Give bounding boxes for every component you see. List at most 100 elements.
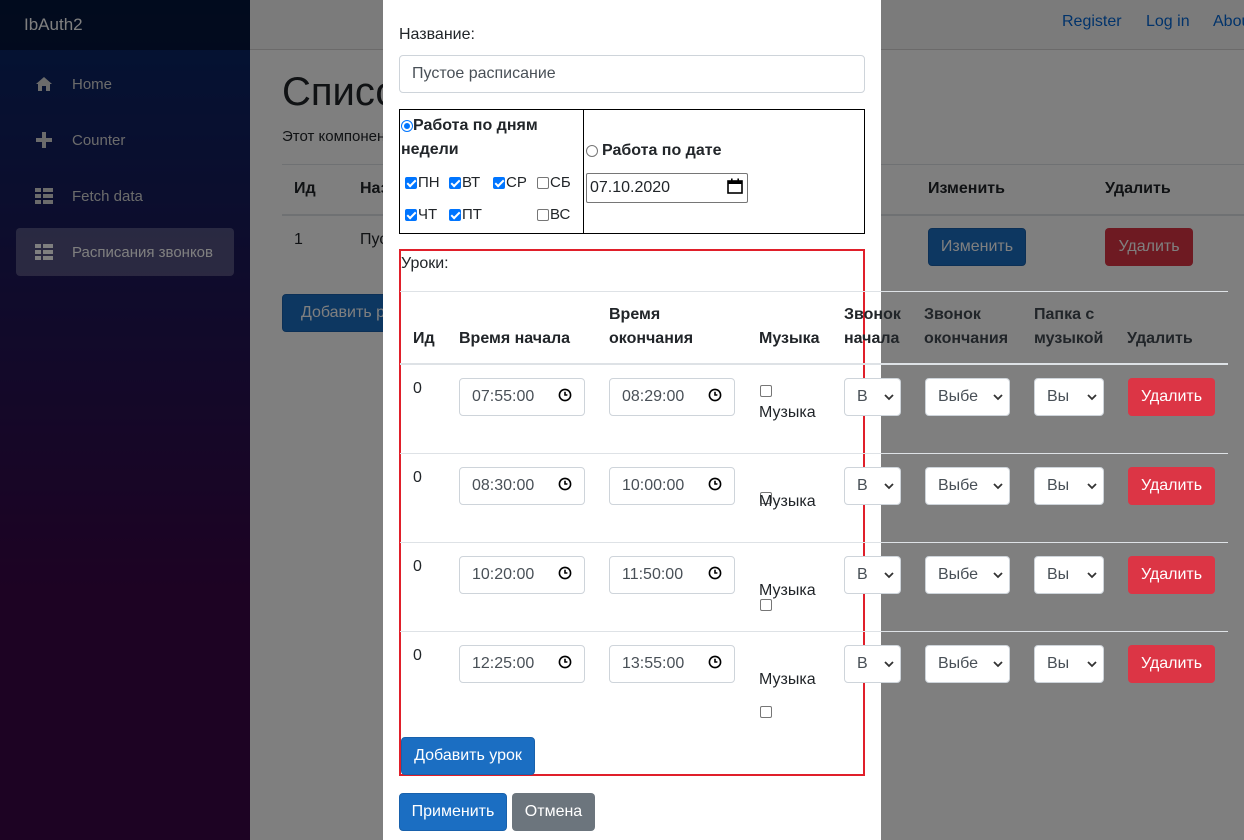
- bell-end-select[interactable]: Выбе: [925, 467, 1010, 505]
- name-input[interactable]: Пустое расписание: [399, 55, 865, 93]
- start-time-input[interactable]: 07:55:00: [459, 378, 585, 416]
- date-value: 07.10.2020: [590, 179, 671, 196]
- day-tue[interactable]: ВТ: [449, 174, 480, 191]
- chevron-down-icon: [1087, 388, 1097, 406]
- day-checkbox[interactable]: [449, 176, 461, 189]
- lesson-header-music: Музыка: [759, 330, 820, 347]
- time-value: 07:55:00: [472, 388, 535, 405]
- delete-lesson-button[interactable]: Удалить: [1128, 378, 1215, 416]
- end-time-input[interactable]: 11:50:00: [609, 556, 735, 594]
- lesson-header-delete: Удалить: [1127, 330, 1193, 347]
- chevron-down-icon: [884, 388, 894, 406]
- lesson-header-folder: Папка с музыкой: [1034, 303, 1103, 351]
- lesson-header-id: Ид: [413, 330, 435, 347]
- clock-icon[interactable]: [708, 388, 722, 407]
- bell-start-select[interactable]: В: [844, 556, 901, 594]
- music-label: Музыка: [759, 493, 816, 510]
- clock-icon[interactable]: [558, 566, 572, 585]
- music-folder-select[interactable]: Вы: [1034, 378, 1104, 416]
- clock-icon[interactable]: [708, 655, 722, 674]
- chevron-down-icon: [993, 655, 1003, 673]
- bell-end-select[interactable]: Выбе: [925, 556, 1010, 594]
- music-folder-select[interactable]: Вы: [1034, 467, 1104, 505]
- bell-start-select[interactable]: В: [844, 645, 901, 683]
- chevron-down-icon: [993, 477, 1003, 495]
- day-sun[interactable]: ВС: [537, 206, 570, 223]
- add-lesson-button[interactable]: Добавить урок: [401, 737, 535, 775]
- music-folder-select[interactable]: Вы: [1034, 556, 1104, 594]
- time-value: 08:30:00: [472, 477, 535, 494]
- music-checkbox[interactable]: [760, 705, 772, 718]
- chevron-down-icon: [1087, 655, 1097, 673]
- lesson-id: 0: [413, 469, 422, 486]
- music-checkbox[interactable]: [760, 598, 772, 611]
- clock-icon[interactable]: [708, 566, 722, 585]
- time-value: 13:55:00: [622, 655, 685, 672]
- table-divider: [400, 291, 1228, 292]
- day-label: ЧТ: [418, 206, 438, 223]
- music-label: Музыка: [759, 582, 816, 599]
- bell-end-select[interactable]: Выбе: [925, 645, 1010, 683]
- music-checkbox[interactable]: [760, 384, 772, 397]
- day-checkbox[interactable]: [449, 208, 461, 221]
- end-time-input[interactable]: 08:29:00: [609, 378, 735, 416]
- day-checkbox[interactable]: [537, 176, 549, 189]
- chevron-down-icon: [884, 477, 894, 495]
- end-time-input[interactable]: 13:55:00: [609, 645, 735, 683]
- music-folder-select[interactable]: Вы: [1034, 645, 1104, 683]
- chevron-down-icon: [1087, 477, 1097, 495]
- clock-icon[interactable]: [558, 477, 572, 496]
- lesson-header-bell-end: Звонок окончания: [924, 303, 1008, 351]
- start-time-input[interactable]: 08:30:00: [459, 467, 585, 505]
- day-checkbox[interactable]: [537, 208, 549, 221]
- header-line: начала: [844, 330, 900, 347]
- clock-icon[interactable]: [558, 388, 572, 407]
- day-checkbox[interactable]: [405, 176, 417, 189]
- table-divider: [400, 631, 1228, 632]
- header-line: окончания: [924, 330, 1009, 347]
- start-time-input[interactable]: 12:25:00: [459, 645, 585, 683]
- bell-end-select[interactable]: Выбе: [925, 378, 1010, 416]
- start-time-input[interactable]: 10:20:00: [459, 556, 585, 594]
- day-label: ПТ: [462, 206, 482, 223]
- table-divider: [400, 363, 1228, 365]
- day-checkbox[interactable]: [405, 208, 417, 221]
- calendar-icon[interactable]: [727, 178, 743, 199]
- mode-date-option[interactable]: Работа по дате: [586, 142, 721, 160]
- table-divider: [400, 453, 1228, 454]
- day-wed[interactable]: СР: [493, 174, 527, 191]
- mode-days-radio[interactable]: [401, 119, 413, 132]
- header-line: Папка с: [1034, 306, 1095, 323]
- time-value: 10:00:00: [622, 477, 685, 494]
- day-thu[interactable]: ЧТ: [405, 206, 437, 223]
- bell-start-select[interactable]: В: [844, 467, 901, 505]
- select-value: В: [857, 566, 868, 583]
- clock-icon[interactable]: [558, 655, 572, 674]
- time-value: 08:29:00: [622, 388, 685, 405]
- delete-lesson-button[interactable]: Удалить: [1128, 645, 1215, 683]
- day-checkbox[interactable]: [493, 176, 505, 189]
- mode-date-radio[interactable]: [586, 145, 598, 157]
- day-fri[interactable]: ПТ: [449, 206, 482, 223]
- cancel-button[interactable]: Отмена: [512, 793, 595, 831]
- day-sat[interactable]: СБ: [537, 174, 571, 191]
- header-line: Звонок: [924, 306, 981, 323]
- bell-start-select[interactable]: В: [844, 378, 901, 416]
- select-value: Вы: [1047, 655, 1070, 672]
- delete-lesson-button[interactable]: Удалить: [1128, 556, 1215, 594]
- mode-days-option[interactable]: Работа по дням недели: [401, 114, 576, 162]
- delete-lesson-button[interactable]: Удалить: [1128, 467, 1215, 505]
- day-mon[interactable]: ПН: [405, 174, 440, 191]
- day-label: ПН: [418, 174, 440, 191]
- table-divider: [400, 542, 1228, 543]
- chevron-down-icon: [993, 388, 1003, 406]
- header-line: музыкой: [1034, 330, 1104, 347]
- clock-icon[interactable]: [708, 477, 722, 496]
- lesson-id: 0: [413, 558, 422, 575]
- chevron-down-icon: [993, 566, 1003, 584]
- date-input[interactable]: 07.10.2020: [586, 173, 748, 203]
- select-value: Выбе: [938, 388, 979, 405]
- day-label: ВТ: [462, 174, 481, 191]
- apply-button[interactable]: Применить: [399, 793, 507, 831]
- end-time-input[interactable]: 10:00:00: [609, 467, 735, 505]
